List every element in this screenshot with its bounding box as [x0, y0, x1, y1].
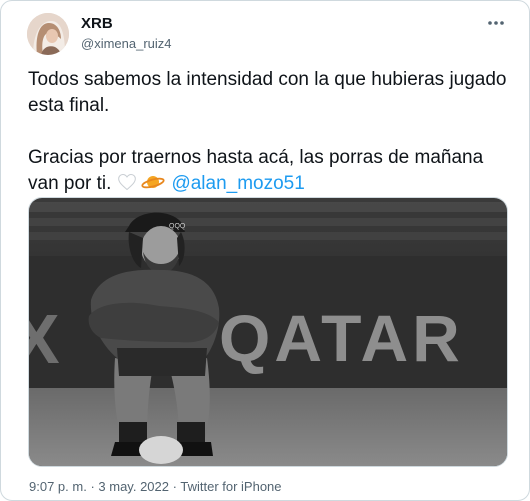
meta-separator: ·: [90, 479, 95, 494]
white-heart-icon: [117, 172, 137, 200]
tweet-source[interactable]: Twitter for iPhone: [180, 479, 281, 494]
tweet-date[interactable]: 3 may. 2022: [98, 479, 169, 494]
more-options-icon[interactable]: [485, 15, 507, 31]
avatar-photo: [27, 13, 69, 55]
avatar[interactable]: [27, 13, 69, 55]
tweet-paragraph-2: Gracias por traernos hasta acá, las porr…: [28, 145, 508, 201]
mention-link[interactable]: @alan_mozo51: [171, 173, 304, 194]
author-display-name[interactable]: XRB: [81, 15, 113, 32]
tweet-card: XRB @ximena_ruiz4 Todos sabemos la inten…: [0, 0, 530, 501]
cap-text: QQQ: [169, 223, 186, 230]
banner-partial-letter: X: [29, 300, 60, 378]
tweet-paragraph-1: Todos sabemos la intensidad con la que h…: [28, 69, 507, 116]
author-handle[interactable]: @ximena_ruiz4: [81, 36, 172, 51]
tweet-metadata: 9:07 p. m. · 3 may. 2022 · Twitter for i…: [29, 479, 282, 494]
banner-text: QATAR: [219, 301, 464, 375]
meta-separator: ·: [172, 479, 177, 494]
tweet-image[interactable]: X QATAR QQQ: [28, 197, 508, 467]
tweet-text: Todos sabemos la intensidad con la que h…: [28, 67, 508, 201]
tweet-time[interactable]: 9:07 p. m.: [29, 479, 87, 494]
soccer-player-photo: X QATAR QQQ: [29, 198, 507, 466]
